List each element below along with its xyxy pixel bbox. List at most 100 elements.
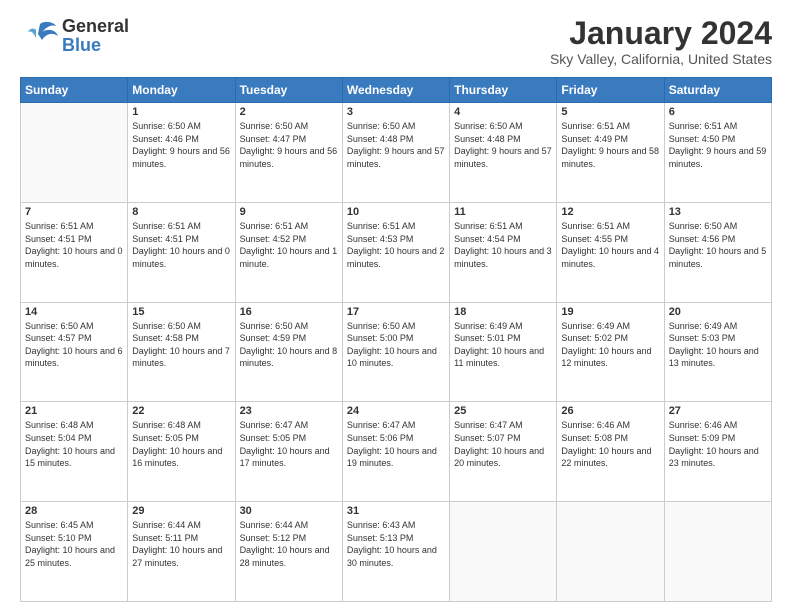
day-info: Sunrise: 6:49 AMSunset: 5:03 PMDaylight:… — [669, 320, 767, 370]
day-info: Sunrise: 6:50 AMSunset: 4:46 PMDaylight:… — [132, 120, 230, 170]
sunset-text: Sunset: 4:49 PM — [561, 133, 659, 146]
day-info: Sunrise: 6:51 AMSunset: 4:55 PMDaylight:… — [561, 220, 659, 270]
calendar-cell: 5Sunrise: 6:51 AMSunset: 4:49 PMDaylight… — [557, 103, 664, 203]
day-info: Sunrise: 6:48 AMSunset: 5:05 PMDaylight:… — [132, 419, 230, 469]
daylight-text: Daylight: 10 hours and 2 minutes. — [347, 245, 445, 270]
calendar-body: 1Sunrise: 6:50 AMSunset: 4:46 PMDaylight… — [21, 103, 772, 602]
page: General Blue January 2024 Sky Valley, Ca… — [0, 0, 792, 612]
sunrise-text: Sunrise: 6:48 AM — [25, 419, 123, 432]
title-block: January 2024 Sky Valley, California, Uni… — [550, 16, 772, 67]
sunrise-text: Sunrise: 6:50 AM — [25, 320, 123, 333]
sunset-text: Sunset: 4:51 PM — [132, 233, 230, 246]
sunrise-text: Sunrise: 6:50 AM — [240, 320, 338, 333]
day-number: 29 — [132, 505, 230, 517]
day-info: Sunrise: 6:48 AMSunset: 5:04 PMDaylight:… — [25, 419, 123, 469]
sunset-text: Sunset: 5:11 PM — [132, 532, 230, 545]
calendar-cell: 26Sunrise: 6:46 AMSunset: 5:08 PMDayligh… — [557, 402, 664, 502]
calendar-cell: 8Sunrise: 6:51 AMSunset: 4:51 PMDaylight… — [128, 202, 235, 302]
logo-label: General Blue — [62, 17, 129, 55]
sunset-text: Sunset: 5:06 PM — [347, 432, 445, 445]
sunrise-text: Sunrise: 6:47 AM — [240, 419, 338, 432]
day-info: Sunrise: 6:51 AMSunset: 4:54 PMDaylight:… — [454, 220, 552, 270]
calendar-cell: 27Sunrise: 6:46 AMSunset: 5:09 PMDayligh… — [664, 402, 771, 502]
sunset-text: Sunset: 4:47 PM — [240, 133, 338, 146]
sunset-text: Sunset: 4:52 PM — [240, 233, 338, 246]
sunrise-text: Sunrise: 6:51 AM — [561, 220, 659, 233]
sunrise-text: Sunrise: 6:49 AM — [561, 320, 659, 333]
day-number: 17 — [347, 306, 445, 318]
daylight-text: Daylight: 10 hours and 20 minutes. — [454, 445, 552, 470]
day-info: Sunrise: 6:47 AMSunset: 5:05 PMDaylight:… — [240, 419, 338, 469]
calendar-cell: 23 Sunrise: 6:47 AMSunset: 5:05 PMDayligh… — [235, 402, 342, 502]
daylight-text: Daylight: 10 hours and 5 minutes. — [669, 245, 767, 270]
day-info: Sunrise: 6:49 AMSunset: 5:02 PMDaylight:… — [561, 320, 659, 370]
sunset-text: Sunset: 5:00 PM — [347, 332, 445, 345]
sunrise-text: Sunrise: 6:51 AM — [25, 220, 123, 233]
daylight-text: Daylight: 10 hours and 16 minutes. — [132, 445, 230, 470]
sunset-text: Sunset: 4:50 PM — [669, 133, 767, 146]
sunrise-text: Sunrise: 6:50 AM — [347, 320, 445, 333]
sunrise-text: Sunrise: 6:49 AM — [454, 320, 552, 333]
sunrise-text: Sunrise: 6:44 AM — [132, 519, 230, 532]
daylight-text: Daylight: 10 hours and 27 minutes. — [132, 544, 230, 569]
daylight-text: Daylight: 10 hours and 1 minute. — [240, 245, 338, 270]
day-number: 12 — [561, 206, 659, 218]
sunrise-text: Sunrise: 6:44 AM — [240, 519, 338, 532]
day-number: 27 — [669, 405, 767, 417]
day-info: Sunrise: 6:51 AMSunset: 4:53 PMDaylight:… — [347, 220, 445, 270]
week-row-4: 28Sunrise: 6:45 AMSunset: 5:10 PMDayligh… — [21, 502, 772, 602]
day-number: 7 — [25, 206, 123, 218]
daylight-text: Daylight: 10 hours and 7 minutes. — [132, 345, 230, 370]
day-info: Sunrise: 6:50 AMSunset: 4:58 PMDaylight:… — [132, 320, 230, 370]
daylight-text: Daylight: 10 hours and 0 minutes. — [25, 245, 123, 270]
daylight-text: Daylight: 9 hours and 57 minutes. — [454, 145, 552, 170]
calendar-cell: 10Sunrise: 6:51 AMSunset: 4:53 PMDayligh… — [342, 202, 449, 302]
sunset-text: Sunset: 5:08 PM — [561, 432, 659, 445]
calendar-cell: 16 Sunrise: 6:50 AMSunset: 4:59 PMDayligh… — [235, 302, 342, 402]
sunrise-text: Sunrise: 6:47 AM — [347, 419, 445, 432]
calendar-cell: 29 Sunrise: 6:44 AMSunset: 5:11 PMDayligh… — [128, 502, 235, 602]
calendar-cell: 4Sunrise: 6:50 AMSunset: 4:48 PMDaylight… — [450, 103, 557, 203]
day-info: Sunrise: 6:47 AMSunset: 5:07 PMDaylight:… — [454, 419, 552, 469]
calendar-cell: 1Sunrise: 6:50 AMSunset: 4:46 PMDaylight… — [128, 103, 235, 203]
day-info: Sunrise: 6:44 AMSunset: 5:12 PMDaylight:… — [240, 519, 338, 569]
calendar-table: Sunday Monday Tuesday Wednesday Thursday… — [20, 77, 772, 602]
sunset-text: Sunset: 4:58 PM — [132, 332, 230, 345]
sunrise-text: Sunrise: 6:50 AM — [132, 120, 230, 133]
sunrise-text: Sunrise: 6:43 AM — [347, 519, 445, 532]
day-number: 9 — [240, 206, 338, 218]
day-info: Sunrise: 6:51 AMSunset: 4:51 PMDaylight:… — [25, 220, 123, 270]
daylight-text: Daylight: 10 hours and 12 minutes. — [561, 345, 659, 370]
daylight-text: Daylight: 9 hours and 57 minutes. — [347, 145, 445, 170]
day-number: 25 — [454, 405, 552, 417]
daylight-text: Daylight: 10 hours and 30 minutes. — [347, 544, 445, 569]
daylight-text: Daylight: 10 hours and 8 minutes. — [240, 345, 338, 370]
sunset-text: Sunset: 4:59 PM — [240, 332, 338, 345]
sunset-text: Sunset: 5:05 PM — [240, 432, 338, 445]
sunset-text: Sunset: 4:53 PM — [347, 233, 445, 246]
day-number: 28 — [25, 505, 123, 517]
day-number: 26 — [561, 405, 659, 417]
day-info: Sunrise: 6:50 AMSunset: 4:47 PMDaylight:… — [240, 120, 338, 170]
day-number: 30 — [240, 505, 338, 517]
day-number: 8 — [132, 206, 230, 218]
sunrise-text: Sunrise: 6:51 AM — [561, 120, 659, 133]
daylight-text: Daylight: 10 hours and 6 minutes. — [25, 345, 123, 370]
day-number: 22 — [132, 405, 230, 417]
week-row-1: 7Sunrise: 6:51 AMSunset: 4:51 PMDaylight… — [21, 202, 772, 302]
day-number: 31 — [347, 505, 445, 517]
day-number: 16 — [240, 306, 338, 318]
sunset-text: Sunset: 4:51 PM — [25, 233, 123, 246]
sunset-text: Sunset: 4:54 PM — [454, 233, 552, 246]
day-number: 23 — [240, 405, 338, 417]
calendar-cell: 31Sunrise: 6:43 AMSunset: 5:13 PMDayligh… — [342, 502, 449, 602]
day-number: 18 — [454, 306, 552, 318]
day-info: Sunrise: 6:47 AMSunset: 5:06 PMDaylight:… — [347, 419, 445, 469]
header-saturday: Saturday — [664, 78, 771, 103]
day-number: 5 — [561, 106, 659, 118]
sunset-text: Sunset: 5:10 PM — [25, 532, 123, 545]
daylight-text: Daylight: 9 hours and 56 minutes. — [240, 145, 338, 170]
sunset-text: Sunset: 4:56 PM — [669, 233, 767, 246]
calendar-cell: 14Sunrise: 6:50 AMSunset: 4:57 PMDayligh… — [21, 302, 128, 402]
sunset-text: Sunset: 4:46 PM — [132, 133, 230, 146]
